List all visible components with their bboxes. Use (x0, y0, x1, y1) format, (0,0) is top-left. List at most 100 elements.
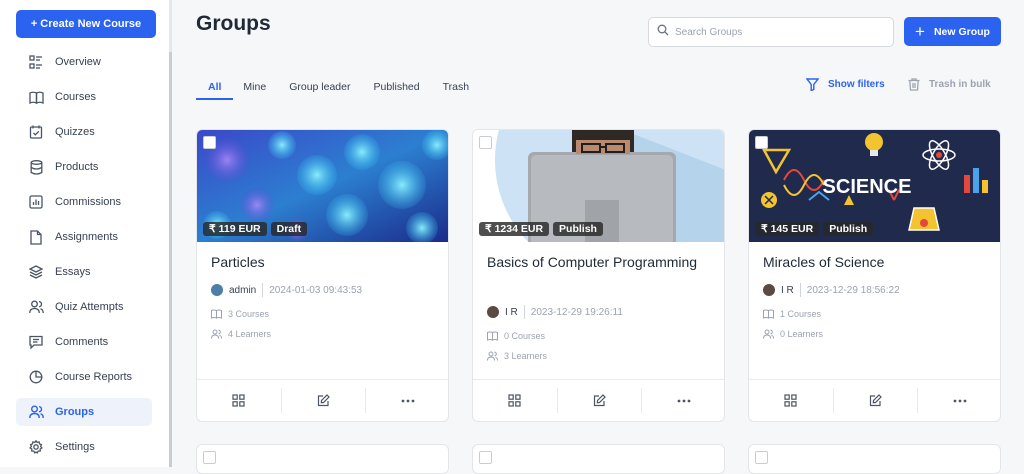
price-badge: ₹ 145 EUR (755, 222, 820, 236)
status-badge: Publish (553, 222, 603, 236)
sidebar-item-label: Comments (55, 336, 109, 348)
users-icon (28, 299, 44, 315)
grid-icon (232, 394, 245, 407)
view-button[interactable] (473, 388, 557, 413)
course-count: 1 Courses (780, 309, 822, 319)
tab-group-leader[interactable]: Group leader (289, 78, 350, 100)
learner-count: 0 Learners (780, 329, 824, 339)
tab-published[interactable]: Published (373, 78, 419, 100)
sidebar-item-label: Course Reports (55, 371, 133, 383)
create-new-course-button[interactable]: + Create New Course (16, 10, 156, 38)
view-button[interactable] (749, 388, 833, 413)
avatar (211, 284, 223, 296)
sidebar-item-label: Courses (55, 91, 96, 103)
card-actions (749, 379, 1000, 421)
select-checkbox[interactable] (203, 136, 216, 149)
course-count: 0 Courses (504, 331, 546, 341)
sidebar-item-assignments[interactable]: Assignments (16, 223, 152, 251)
learner-count: 4 Learners (228, 329, 272, 339)
book-icon (487, 331, 498, 341)
author-name: I R (781, 284, 794, 296)
avatar (763, 284, 775, 296)
gear-icon (28, 439, 44, 455)
file-icon (28, 229, 44, 245)
sidebar-item-label: Assignments (55, 231, 118, 243)
sidebar-item-overview[interactable]: Overview (16, 48, 152, 76)
select-checkbox[interactable] (203, 451, 216, 464)
sidebar-item-label: Settings (55, 441, 95, 453)
sidebar-item-label: Overview (55, 56, 101, 68)
book-icon (211, 309, 222, 319)
search-box[interactable] (648, 17, 894, 47)
trash-in-bulk-label: Trash in bulk (929, 79, 991, 90)
search-input[interactable] (675, 26, 875, 38)
learner-count: 3 Learners (504, 351, 548, 361)
sidebar-item-label: Essays (55, 266, 91, 278)
show-filters-label: Show filters (828, 79, 885, 90)
group-card[interactable] (748, 444, 1001, 474)
price-badge: ₹ 1234 EUR (479, 222, 550, 236)
group-card[interactable]: SCIENCE ₹ 145 EUR Publish Miracles of Sc… (748, 129, 1001, 422)
sidebar-item-products[interactable]: Products (16, 153, 152, 181)
more-button[interactable] (365, 388, 448, 413)
trash-in-bulk-button[interactable]: Trash in bulk (908, 78, 991, 91)
sidebar-item-quizzes[interactable]: Quizzes (16, 118, 152, 146)
sidebar-item-quiz-attempts[interactable]: Quiz Attempts (16, 293, 152, 321)
card-actions (197, 379, 448, 421)
select-checkbox[interactable] (755, 136, 768, 149)
edit-icon (869, 394, 882, 407)
date-text: 2024-01-03 09:43:53 (269, 284, 363, 296)
sidebar-item-course-reports[interactable]: Course Reports (16, 363, 152, 391)
date-text: 2023-12-29 19:26:11 (530, 306, 623, 318)
book-icon (28, 89, 44, 105)
group-title[interactable]: Miracles of Science (763, 251, 991, 273)
edit-button[interactable] (280, 388, 366, 413)
show-filters-button[interactable]: Show filters (806, 78, 885, 91)
more-button[interactable] (641, 388, 724, 413)
sidebar-item-commissions[interactable]: Commissions (16, 188, 152, 216)
edit-icon (593, 394, 606, 407)
filter-icon (806, 78, 819, 91)
group-card[interactable]: ₹ 119 EUR Draft Particles admin 2024-01-… (196, 129, 449, 422)
sidebar-item-label: Quizzes (55, 126, 95, 138)
users-icon (211, 329, 222, 339)
edit-button[interactable] (556, 388, 642, 413)
select-checkbox[interactable] (479, 136, 492, 149)
sidebar-item-label: Products (55, 161, 99, 173)
group-title[interactable]: Basics of Computer Programming (487, 251, 715, 273)
date-text: 2023-12-29 18:56:22 (806, 284, 900, 296)
search-icon (657, 23, 669, 41)
sidebar-item-comments[interactable]: Comments (16, 328, 152, 356)
group-title[interactable]: Particles (211, 251, 439, 273)
new-group-button[interactable]: + New Group (904, 17, 1001, 46)
tab-all[interactable]: All (196, 78, 234, 100)
tab-mine[interactable]: Mine (243, 78, 266, 100)
sidebar-item-label: Groups (55, 406, 95, 418)
group-card[interactable] (196, 444, 449, 474)
sidebar-item-essays[interactable]: Essays (16, 258, 152, 286)
book-icon (763, 309, 774, 319)
more-icon (401, 399, 415, 402)
sidebar-item-courses[interactable]: Courses (16, 83, 152, 111)
sidebar: + Create New Course Overview Courses Qui… (0, 0, 172, 467)
tab-trash[interactable]: Trash (443, 78, 469, 100)
trash-icon (908, 78, 920, 91)
more-icon (953, 399, 967, 402)
edit-button[interactable] (832, 388, 918, 413)
author-name: I R (505, 306, 518, 318)
price-badge: ₹ 119 EUR (203, 222, 267, 236)
main-content: Groups + New Group All Mine Group leader… (172, 0, 1024, 474)
more-icon (677, 399, 691, 402)
select-checkbox[interactable] (755, 451, 768, 464)
plus-icon: + (915, 22, 925, 41)
group-card[interactable] (472, 444, 725, 474)
group-icon (28, 404, 44, 420)
more-button[interactable] (917, 388, 1000, 413)
sidebar-item-groups[interactable]: Groups (16, 398, 152, 426)
group-card[interactable]: ₹ 1234 EUR Publish Basics of Computer Pr… (472, 129, 725, 422)
sidebar-item-settings[interactable]: Settings (16, 433, 152, 461)
select-checkbox[interactable] (479, 451, 492, 464)
sidebar-item-label: Quiz Attempts (55, 301, 124, 313)
edit-icon (317, 394, 330, 407)
view-button[interactable] (197, 388, 281, 413)
